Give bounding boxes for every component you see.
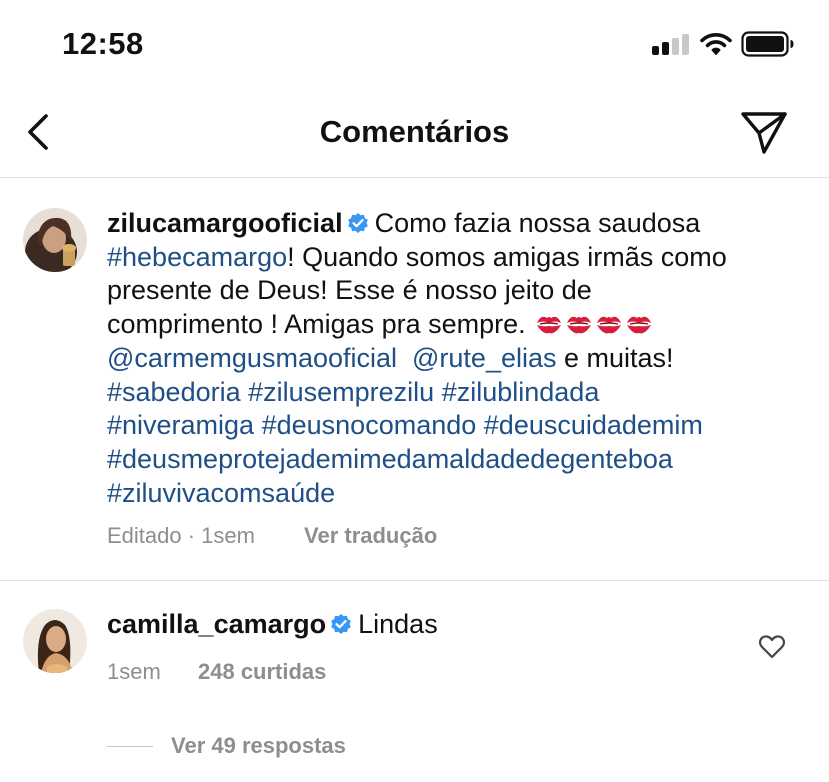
view-replies-label: Ver 49 respostas [171, 733, 346, 758]
battery-icon [741, 31, 794, 57]
status-bar: 12:58 [0, 0, 829, 90]
profile-photo [23, 609, 87, 673]
wifi-icon [700, 33, 732, 55]
page-title: Comentários [319, 114, 510, 149]
hashtag-link[interactable]: #deusmeprotejademimedamaldadedegenteboa [107, 444, 673, 474]
replies-line [107, 746, 153, 747]
hashtag-link[interactable]: #deuscuidademim [484, 410, 703, 440]
divider [0, 580, 829, 581]
caption-text-2: ! Quando somos amigas irmãs como [287, 241, 727, 272]
hashtag-link[interactable]: #ziluvivacomsaúde [107, 478, 335, 508]
avatar-zilucamargooficial[interactable] [23, 208, 87, 272]
view-replies-button[interactable]: Ver 49 respostas [171, 733, 346, 759]
hashtag-link[interactable]: #zilusemprezilu [248, 377, 434, 407]
hashtag-link[interactable]: #niveramiga [107, 410, 254, 440]
status-time: 12:58 [62, 26, 144, 61]
kiss-mark-emoji [567, 316, 592, 334]
cellular-signal-icon [652, 33, 692, 55]
see-translation-label: Ver tradução [304, 523, 438, 548]
caption-text: zilucamargooficial Como fazia nossa saudo… [107, 207, 797, 510]
caption-text-1: Como fazia nossa saudosa [374, 208, 701, 238]
like-button[interactable] [758, 634, 786, 660]
comments-screen: 12:58 Comentários zilucamargooficial Com… [0, 0, 829, 782]
verified-badge-icon [347, 213, 368, 233]
paper-plane-icon [741, 112, 787, 154]
comment-time: 1sem [107, 659, 161, 684]
likes-count-button[interactable]: 248 curtidas [198, 659, 326, 685]
comment-text: camilla_camargo Lindas [107, 608, 797, 642]
caption-username[interactable]: zilucamargooficial [107, 208, 343, 238]
send-button[interactable] [738, 108, 790, 158]
comment-username[interactable]: camilla_camargo [107, 609, 326, 639]
hashtag-link[interactable]: #zilublindada [442, 377, 600, 407]
caption-text-3: presente de Deus! Esse é nosso jeito de [107, 275, 592, 306]
hashtag-link[interactable]: #hebecamargo [107, 242, 287, 272]
kiss-mark-emoji [597, 316, 622, 334]
heart-icon [758, 635, 786, 659]
avatar-camilla_camargo[interactable] [23, 609, 87, 673]
mention-link[interactable]: @rute_elias [412, 343, 556, 373]
hashtag-link[interactable]: #sabedoria [107, 377, 241, 407]
caption-meta: Editado · 1sem [107, 523, 255, 549]
verified-badge-icon [331, 614, 351, 634]
profile-photo [23, 208, 87, 272]
see-translation-button[interactable]: Ver tradução [304, 523, 437, 549]
kiss-mark-emoji [537, 316, 562, 334]
caption-text-4: comprimento ! Amigas pra sempre. [107, 309, 526, 340]
comment-body: Lindas [358, 609, 438, 639]
hashtag-link[interactable]: #deusnocomando [262, 410, 477, 440]
mention-link[interactable]: @carmemgusmaooficial [107, 343, 397, 373]
comments-header: Comentários [0, 92, 829, 178]
caption-text-5: e muitas! [564, 342, 674, 373]
caption-edited-time: Editado · 1sem [107, 523, 255, 548]
likes-count: 248 curtidas [198, 659, 327, 684]
kiss-mark-emoji [627, 316, 652, 334]
